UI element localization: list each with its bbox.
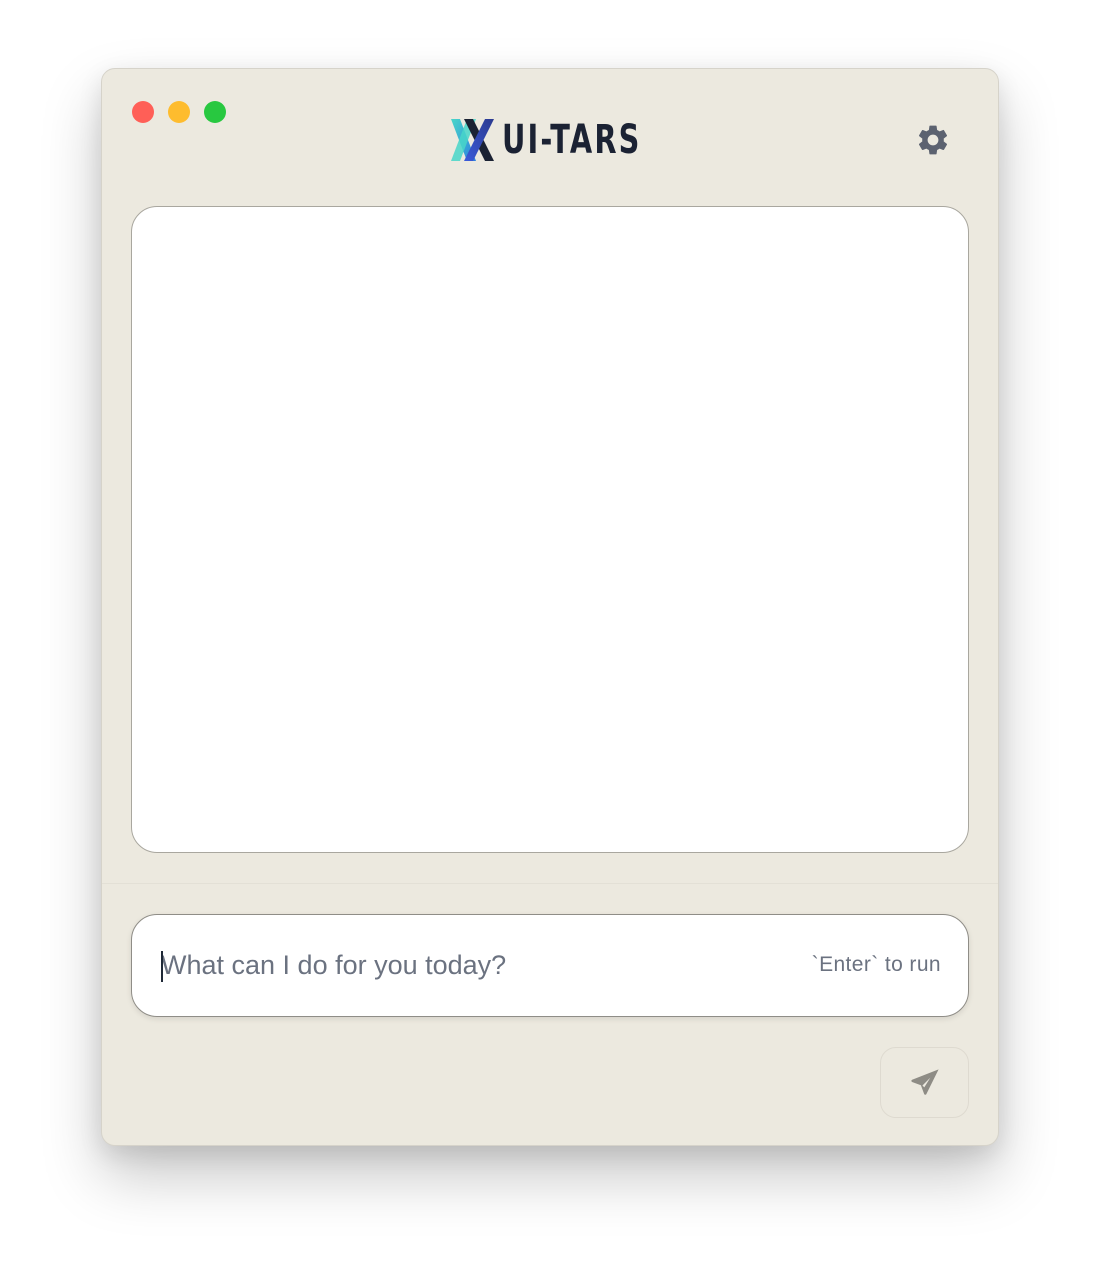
text-caret — [161, 951, 163, 982]
window-zoom-button[interactable] — [204, 101, 226, 123]
composer-box[interactable]: `Enter` to run — [131, 914, 969, 1017]
app-window: UI-TARS `Enter` to run — [101, 68, 999, 1146]
gear-icon — [918, 125, 948, 155]
window-minimize-button[interactable] — [168, 101, 190, 123]
app-brand: UI-TARS — [450, 117, 696, 163]
divider — [102, 883, 998, 884]
ui-tars-x-logo-icon — [451, 119, 494, 161]
paper-plane-icon — [910, 1068, 939, 1095]
window-close-button[interactable] — [132, 101, 154, 123]
enter-to-run-hint: `Enter` to run — [811, 953, 941, 976]
prompt-input[interactable] — [161, 915, 761, 1015]
chat-message-area — [131, 206, 969, 853]
send-button[interactable] — [880, 1047, 969, 1118]
settings-button[interactable] — [914, 121, 952, 159]
app-title: UI-TARS — [502, 117, 642, 163]
